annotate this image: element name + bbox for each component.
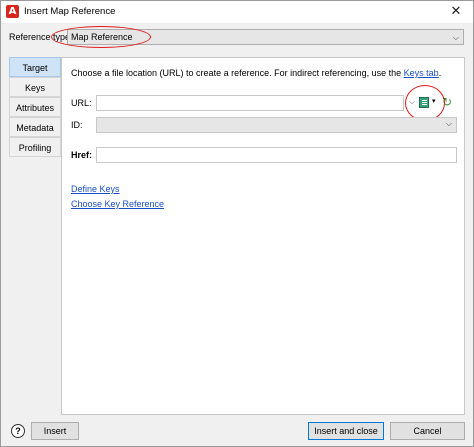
description-period: . <box>438 68 442 78</box>
target-panel: Choose a file location (URL) to create a… <box>61 57 465 415</box>
title-bar: A Insert Map Reference ✕ <box>1 1 473 23</box>
id-select[interactable]: ⌵ <box>96 117 457 133</box>
chevron-down-icon: ⌵ <box>445 119 452 128</box>
choose-key-reference-link[interactable]: Choose Key Reference <box>71 199 164 209</box>
highlight-ellipse <box>51 26 151 48</box>
description-text: Choose a file location (URL) to create a… <box>71 68 404 78</box>
tab-metadata[interactable]: Metadata <box>9 117 61 137</box>
id-label: ID: <box>71 120 83 130</box>
highlight-circle <box>405 85 445 121</box>
tab-keys[interactable]: Keys <box>9 77 61 97</box>
tab-target[interactable]: Target <box>9 57 61 77</box>
url-input[interactable]: ⌵ <box>96 95 415 111</box>
close-icon[interactable]: ✕ <box>447 3 465 21</box>
define-keys-link[interactable]: Define Keys <box>71 184 120 194</box>
side-tabs: Target Keys Attributes Metadata Profilin… <box>9 57 61 157</box>
cancel-button[interactable]: Cancel <box>390 422 465 440</box>
tab-attributes[interactable]: Attributes <box>9 97 61 117</box>
href-label: Href: <box>71 150 93 160</box>
href-input[interactable] <box>96 147 457 163</box>
keys-tab-link[interactable]: Keys tab <box>404 68 439 78</box>
chevron-down-icon: ⌵ <box>452 33 459 42</box>
insert-button[interactable]: Insert <box>31 422 79 440</box>
help-icon[interactable]: ? <box>11 424 25 438</box>
window-title: Insert Map Reference <box>24 6 116 17</box>
insert-and-close-button[interactable]: Insert and close <box>308 422 384 440</box>
tab-profiling[interactable]: Profiling <box>9 137 61 157</box>
url-label: URL: <box>71 98 92 108</box>
app-logo-icon: A <box>6 5 19 18</box>
target-description: Choose a file location (URL) to create a… <box>71 68 441 78</box>
insert-map-reference-dialog: A Insert Map Reference ✕ Reference type:… <box>0 0 474 447</box>
